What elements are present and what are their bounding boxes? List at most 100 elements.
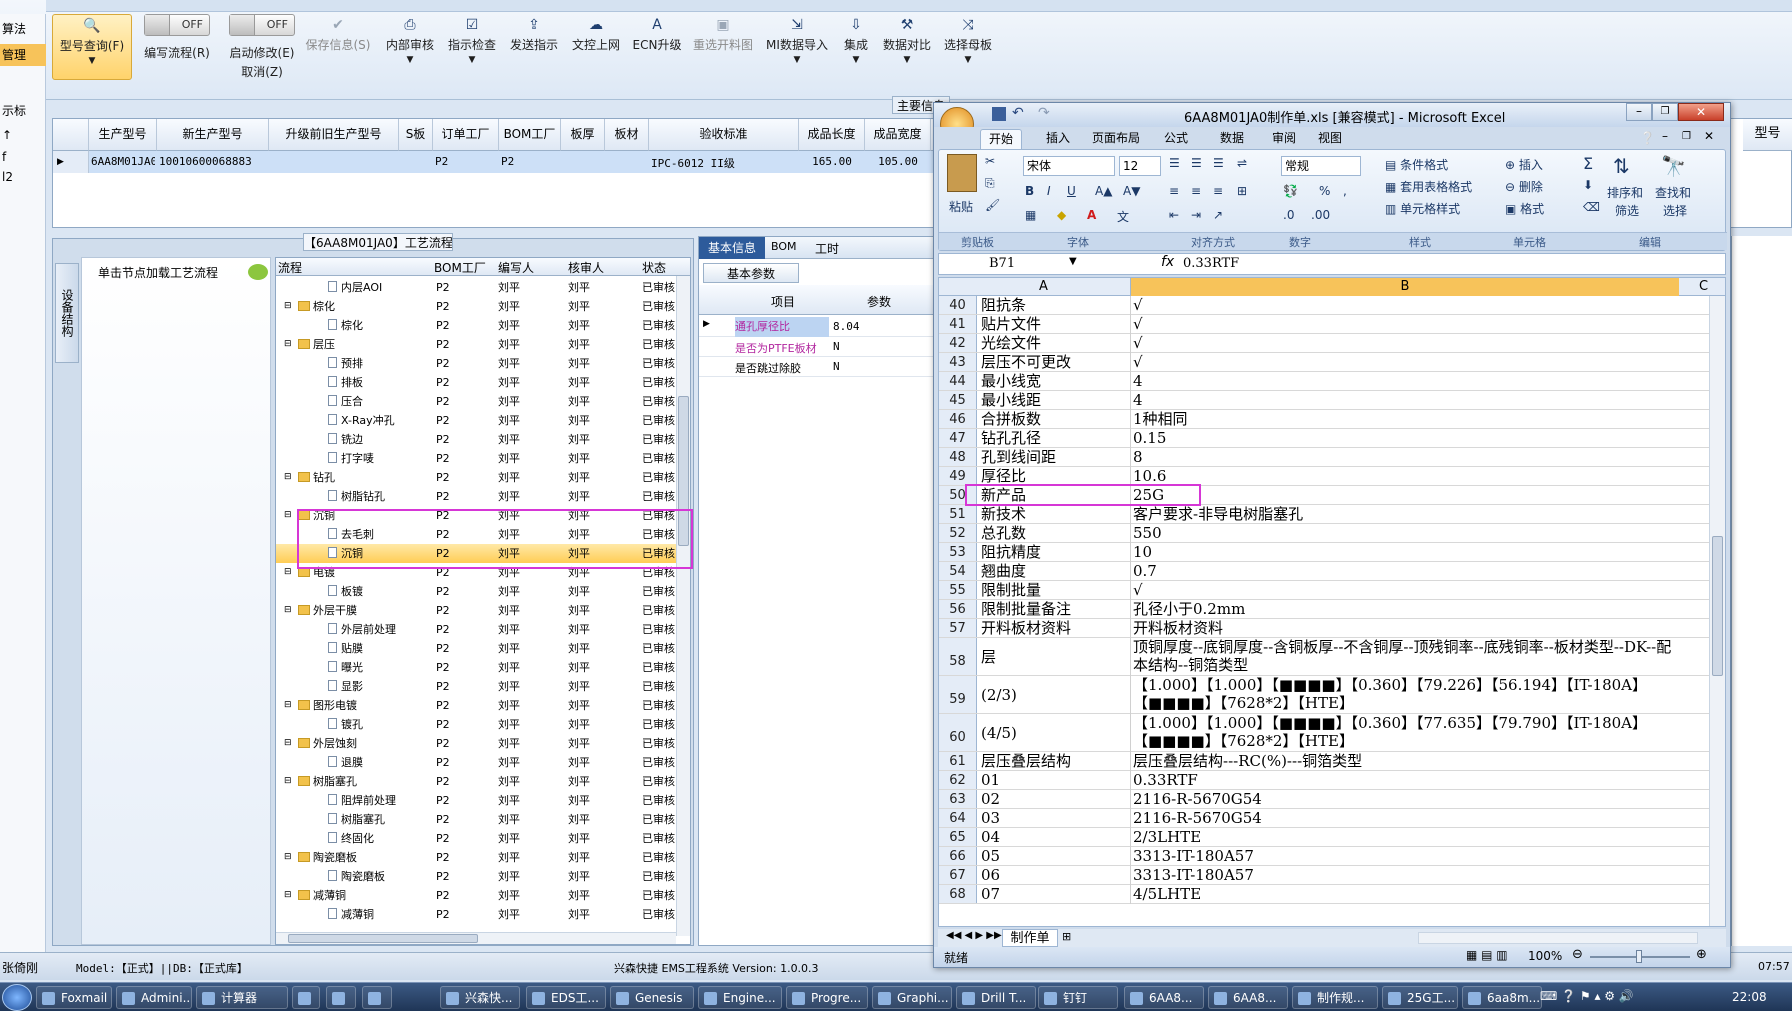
row-number[interactable]: 43 — [939, 353, 977, 371]
row-number[interactable]: 65 — [939, 828, 977, 846]
dropdown-arrow-icon[interactable]: ▼ — [838, 55, 874, 65]
align-left-icon[interactable]: ≡ — [1169, 184, 1179, 198]
cell-a[interactable]: 阻抗条 — [979, 296, 1129, 315]
border-icon[interactable]: ▦ — [1025, 208, 1036, 222]
wrap-text-icon[interactable]: ⇌ — [1237, 156, 1247, 170]
left-nav-item-selected[interactable]: 管理 — [0, 44, 46, 66]
grid-cell[interactable]: 165.00 — [801, 155, 863, 168]
increase-indent-icon[interactable]: ⇥ — [1191, 208, 1201, 222]
cell-b[interactable]: √ — [1130, 353, 1678, 372]
tab-basic-info[interactable]: 基本信息 — [699, 237, 765, 259]
scrollbar-thumb[interactable] — [1712, 536, 1723, 676]
cell-b[interactable]: 3313-IT-180A57 — [1130, 866, 1678, 885]
cell-a[interactable]: 层 — [979, 638, 1129, 676]
find-select-label-2[interactable]: 选择 — [1663, 202, 1687, 219]
percent-icon[interactable]: % — [1319, 184, 1330, 198]
minimize-icon[interactable]: – — [1626, 103, 1652, 121]
cell-a[interactable]: 02 — [979, 790, 1129, 809]
cell-a[interactable]: 总孔数 — [979, 524, 1129, 543]
row-number[interactable]: 59 — [939, 676, 977, 713]
collapse-icon[interactable]: ⊟ — [284, 848, 292, 867]
tree-row[interactable]: 预排 P2 刘平 刘平 已审核 — [276, 354, 676, 373]
taskbar-item[interactable]: 制作规... — [1292, 986, 1378, 1009]
device-structure-tab[interactable]: 设备结构 — [55, 263, 79, 363]
cell-b[interactable]: 2116-R-5670G54 — [1130, 809, 1678, 828]
row-number[interactable]: 58 — [939, 638, 977, 675]
start-button-icon[interactable] — [2, 984, 32, 1011]
dropdown-arrow-icon[interactable]: ▼ — [764, 55, 830, 65]
cell-a[interactable]: 03 — [979, 809, 1129, 828]
collapse-icon[interactable]: ⊟ — [284, 601, 292, 620]
taskbar-item[interactable]: Engine... — [698, 986, 782, 1009]
tree-row[interactable]: 内层AOI P2 刘平 刘平 已审核 — [276, 278, 676, 297]
table-format-button[interactable]: ▦ 套用表格格式 — [1385, 178, 1472, 195]
cut-icon[interactable]: ✂ — [985, 154, 995, 168]
sheet-row[interactable]: 51 新技术 客户要求-非导电树脂塞孔 — [939, 505, 1709, 524]
row-number[interactable]: 54 — [939, 562, 977, 580]
taskbar-item[interactable]: Foxmail — [36, 986, 112, 1009]
copy-icon[interactable]: ⎘ — [985, 176, 995, 191]
integrate-button[interactable]: ⇩ 集成 ▼ — [838, 14, 874, 80]
cell-a[interactable]: 钻孔孔径 — [979, 429, 1129, 448]
cell-b[interactable]: 8 — [1130, 448, 1678, 467]
tree-row[interactable]: 树脂钻孔 P2 刘平 刘平 已审核 — [276, 487, 676, 506]
row-number[interactable]: 48 — [939, 448, 977, 466]
doc-close-icon[interactable]: ✕ — [1704, 129, 1714, 143]
left-nav-item[interactable]: 示标 — [0, 100, 46, 122]
cell-b[interactable]: 4 — [1130, 391, 1678, 410]
number-format-select[interactable]: 常规 — [1281, 156, 1361, 176]
dropdown-arrow-icon[interactable]: ▼ — [53, 56, 131, 66]
cell-b[interactable]: 4/5LHTE — [1130, 885, 1678, 904]
zoom-slider-thumb[interactable] — [1636, 950, 1642, 963]
scrollbar-thumb[interactable] — [288, 934, 478, 943]
dropdown-arrow-icon[interactable]: ▼ — [940, 55, 996, 65]
bold-icon[interactable]: B — [1025, 184, 1034, 198]
sheet-row[interactable]: 46 合拼板数 1种相同 — [939, 410, 1709, 429]
sheet-row[interactable]: 59 (2/3) 【1.000】【1.000】【■■■■】【0.360】【79.22… — [939, 676, 1709, 714]
row-number[interactable]: 57 — [939, 619, 977, 637]
underline-icon[interactable]: U — [1067, 184, 1076, 198]
cell-b[interactable]: 0.33RTF — [1130, 771, 1678, 790]
view-buttons-icon[interactable]: ▦ ▤ ▥ — [1466, 948, 1508, 962]
cell-a[interactable]: 最小线距 — [979, 391, 1129, 410]
cell-b[interactable]: 25G — [1130, 486, 1678, 505]
dropdown-arrow-icon[interactable]: ▼ — [880, 55, 934, 65]
decrease-decimal-icon[interactable]: .00 — [1311, 208, 1330, 222]
sheet-row[interactable]: 64 03 2116-R-5670G54 — [939, 809, 1709, 828]
help-icon[interactable]: ❔ — [1640, 131, 1655, 145]
merge-center-icon[interactable]: ⊞ — [1237, 184, 1247, 198]
orientation-icon[interactable]: ↗ — [1213, 208, 1223, 222]
function-icon[interactable]: fx — [1161, 254, 1174, 270]
taskbar-item[interactable]: Drill T... — [956, 986, 1036, 1009]
font-color-icon[interactable]: A — [1087, 208, 1096, 222]
sheet-row[interactable]: 63 02 2116-R-5670G54 — [939, 790, 1709, 809]
cell-b[interactable]: 2116-R-5670G54 — [1130, 790, 1678, 809]
excel-tab[interactable]: 开始 — [980, 129, 1023, 149]
sheet-vertical-scrollbar[interactable] — [1709, 296, 1725, 926]
autosum-icon[interactable]: Σ — [1583, 154, 1593, 173]
align-right-icon[interactable]: ≡ — [1213, 184, 1223, 198]
cell-a[interactable]: 限制批量备注 — [979, 600, 1129, 619]
cell-a[interactable]: 07 — [979, 885, 1129, 904]
sheet-tab[interactable]: 制作单 — [1002, 929, 1058, 947]
cell-b[interactable]: 客户要求-非导电树脂塞孔 — [1130, 505, 1678, 524]
data-compare-button[interactable]: ⚒ 数据对比 ▼ — [880, 14, 934, 80]
taskbar-item[interactable]: 6AA8... — [1124, 986, 1204, 1009]
tree-row[interactable]: 层压 ⊟ P2 刘平 刘平 已审核 — [276, 335, 676, 354]
sheet-row[interactable]: 40 阻抗条 √ — [939, 296, 1709, 315]
taskbar-item[interactable]: 计算器 — [196, 986, 288, 1009]
fill-color-icon[interactable]: ◆ — [1057, 208, 1066, 222]
tab-bom[interactable]: BOM — [771, 240, 797, 253]
tree-row[interactable]: 排板 P2 刘平 刘平 已审核 — [276, 373, 676, 392]
italic-icon[interactable]: I — [1047, 184, 1051, 198]
cell-b[interactable]: 550 — [1130, 524, 1678, 543]
tree-row[interactable]: 压合 P2 刘平 刘平 已审核 — [276, 392, 676, 411]
row-number[interactable]: 61 — [939, 752, 977, 770]
row-number[interactable]: 52 — [939, 524, 977, 542]
restore-icon[interactable]: ❐ — [1652, 103, 1678, 121]
save-info-button[interactable]: ✔ 保存信息(S) — [302, 14, 374, 80]
collapse-icon[interactable]: ⊟ — [284, 335, 292, 354]
taskbar-item[interactable]: Genesis — [610, 986, 694, 1009]
cell-a[interactable]: 翘曲度 — [979, 562, 1129, 581]
sheet-horizontal-scrollbar[interactable] — [1418, 932, 1698, 944]
